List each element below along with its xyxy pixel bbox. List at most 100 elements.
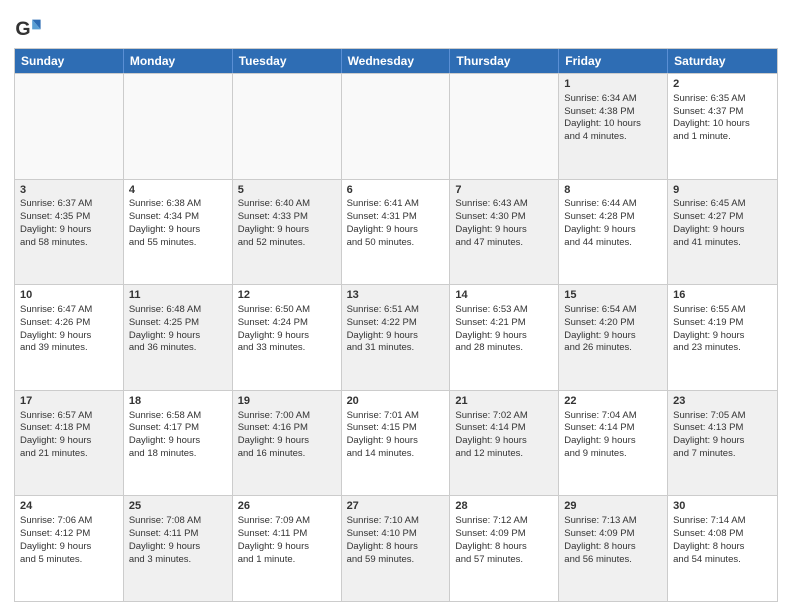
day-info-line: and 4 minutes. [564,131,662,144]
day-info-line: Sunset: 4:20 PM [564,317,662,330]
page: G SundayMondayTuesdayWednesdayThursdayFr… [0,0,792,612]
day-info-line: and 47 minutes. [455,237,553,250]
day-info-line: and 44 minutes. [564,237,662,250]
day-info-line: Sunset: 4:34 PM [129,211,227,224]
calendar-cell-day-21: 21Sunrise: 7:02 AMSunset: 4:14 PMDayligh… [450,391,559,496]
day-number: 10 [20,288,118,303]
calendar-cell-day-24: 24Sunrise: 7:06 AMSunset: 4:12 PMDayligh… [15,496,124,601]
day-info-line: Daylight: 9 hours [564,435,662,448]
calendar-body: 1Sunrise: 6:34 AMSunset: 4:38 PMDaylight… [15,73,777,601]
day-info-line: and 12 minutes. [455,448,553,461]
day-info-line: and 52 minutes. [238,237,336,250]
day-info-line: Daylight: 9 hours [673,330,772,343]
day-info-line: and 55 minutes. [129,237,227,250]
day-info-line: and 57 minutes. [455,554,553,567]
header-day-thursday: Thursday [450,49,559,73]
header: G [14,10,778,42]
day-number: 12 [238,288,336,303]
calendar-cell-day-14: 14Sunrise: 6:53 AMSunset: 4:21 PMDayligh… [450,285,559,390]
day-info-line: Daylight: 9 hours [238,435,336,448]
day-info-line: Daylight: 9 hours [673,224,772,237]
day-info-line: Sunrise: 6:55 AM [673,304,772,317]
calendar-cell-day-16: 16Sunrise: 6:55 AMSunset: 4:19 PMDayligh… [668,285,777,390]
calendar-cell-day-30: 30Sunrise: 7:14 AMSunset: 4:08 PMDayligh… [668,496,777,601]
day-info-line: Daylight: 10 hours [673,118,772,131]
calendar-cell-day-20: 20Sunrise: 7:01 AMSunset: 4:15 PMDayligh… [342,391,451,496]
day-info-line: Daylight: 8 hours [347,541,445,554]
day-number: 18 [129,394,227,409]
day-info-line: Sunset: 4:18 PM [20,422,118,435]
day-info-line: Sunset: 4:11 PM [129,528,227,541]
day-info-line: Sunset: 4:14 PM [564,422,662,435]
day-info-line: and 7 minutes. [673,448,772,461]
day-info-line: Daylight: 9 hours [238,224,336,237]
header-day-wednesday: Wednesday [342,49,451,73]
day-number: 3 [20,183,118,198]
day-info-line: Sunset: 4:17 PM [129,422,227,435]
day-number: 30 [673,499,772,514]
day-info-line: Sunset: 4:26 PM [20,317,118,330]
day-info-line: Sunrise: 7:02 AM [455,410,553,423]
day-info-line: Sunrise: 6:48 AM [129,304,227,317]
day-info-line: and 59 minutes. [347,554,445,567]
day-info-line: Daylight: 9 hours [564,330,662,343]
day-info-line: Sunset: 4:12 PM [20,528,118,541]
header-day-monday: Monday [124,49,233,73]
day-number: 4 [129,183,227,198]
day-info-line: Sunrise: 6:45 AM [673,198,772,211]
day-info-line: and 58 minutes. [20,237,118,250]
day-info-line: and 41 minutes. [673,237,772,250]
day-info-line: and 3 minutes. [129,554,227,567]
day-info-line: Daylight: 9 hours [673,435,772,448]
calendar-cell-empty-0-0 [15,74,124,179]
day-number: 22 [564,394,662,409]
day-info-line: Sunset: 4:22 PM [347,317,445,330]
day-info-line: and 18 minutes. [129,448,227,461]
day-info-line: Sunrise: 6:35 AM [673,93,772,106]
calendar-cell-empty-0-2 [233,74,342,179]
day-info-line: Daylight: 9 hours [238,330,336,343]
day-number: 7 [455,183,553,198]
day-info-line: Sunrise: 7:09 AM [238,515,336,528]
day-info-line: Daylight: 9 hours [455,435,553,448]
day-info-line: Daylight: 9 hours [347,435,445,448]
day-info-line: Daylight: 9 hours [20,330,118,343]
day-info-line: Sunset: 4:28 PM [564,211,662,224]
day-info-line: and 21 minutes. [20,448,118,461]
day-info-line: Sunset: 4:38 PM [564,106,662,119]
day-info-line: Sunset: 4:30 PM [455,211,553,224]
day-info-line: Sunrise: 7:01 AM [347,410,445,423]
calendar-cell-empty-0-1 [124,74,233,179]
day-info-line: Sunset: 4:14 PM [455,422,553,435]
header-day-sunday: Sunday [15,49,124,73]
day-info-line: and 36 minutes. [129,342,227,355]
day-info-line: and 50 minutes. [347,237,445,250]
day-info-line: Sunset: 4:19 PM [673,317,772,330]
day-info-line: Sunrise: 6:51 AM [347,304,445,317]
day-info-line: and 39 minutes. [20,342,118,355]
calendar-cell-day-13: 13Sunrise: 6:51 AMSunset: 4:22 PMDayligh… [342,285,451,390]
calendar-row-4: 24Sunrise: 7:06 AMSunset: 4:12 PMDayligh… [15,495,777,601]
calendar-cell-day-8: 8Sunrise: 6:44 AMSunset: 4:28 PMDaylight… [559,180,668,285]
day-info-line: and 33 minutes. [238,342,336,355]
day-info-line: Sunset: 4:24 PM [238,317,336,330]
day-info-line: Sunset: 4:21 PM [455,317,553,330]
calendar-cell-day-3: 3Sunrise: 6:37 AMSunset: 4:35 PMDaylight… [15,180,124,285]
day-info-line: Sunrise: 6:34 AM [564,93,662,106]
day-info-line: Daylight: 9 hours [129,435,227,448]
calendar-cell-empty-0-4 [450,74,559,179]
day-info-line: Daylight: 9 hours [347,330,445,343]
day-number: 5 [238,183,336,198]
day-info-line: Sunrise: 6:41 AM [347,198,445,211]
day-number: 19 [238,394,336,409]
day-info-line: Daylight: 9 hours [129,224,227,237]
day-info-line: Daylight: 9 hours [347,224,445,237]
day-info-line: and 56 minutes. [564,554,662,567]
day-number: 13 [347,288,445,303]
day-info-line: and 23 minutes. [673,342,772,355]
calendar-cell-day-11: 11Sunrise: 6:48 AMSunset: 4:25 PMDayligh… [124,285,233,390]
day-info-line: Sunrise: 7:08 AM [129,515,227,528]
calendar-cell-day-28: 28Sunrise: 7:12 AMSunset: 4:09 PMDayligh… [450,496,559,601]
day-number: 29 [564,499,662,514]
calendar-cell-day-4: 4Sunrise: 6:38 AMSunset: 4:34 PMDaylight… [124,180,233,285]
